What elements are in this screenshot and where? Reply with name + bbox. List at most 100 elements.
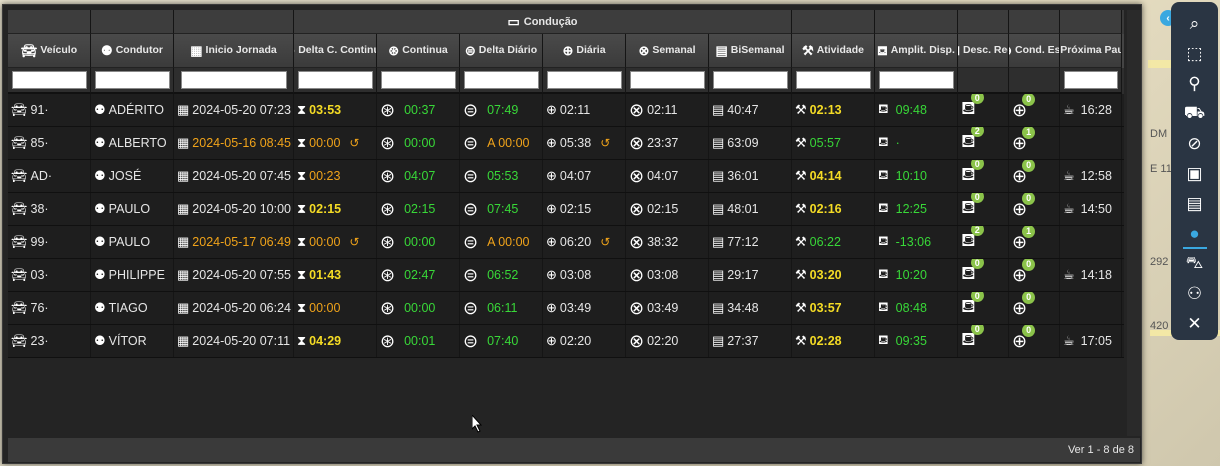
cell-text: 06:52 (487, 268, 519, 282)
map-label: 420 (1150, 320, 1169, 332)
sidebar-item-eye-slash[interactable]: ⊘ (1175, 130, 1215, 158)
filter-input-condutor[interactable] (94, 71, 170, 89)
users-icon: ⚇ (1186, 284, 1203, 303)
column-header-condutor[interactable]: ⚉ Condutor (91, 34, 174, 68)
sidebar-item-map-marker[interactable]: ⚲ (1175, 70, 1215, 98)
cell-semanal: ⊗ 02:15 (626, 193, 709, 225)
steering-hourglass-icon: ⊜ (463, 99, 479, 120)
cell-text: 27:37 (727, 334, 759, 348)
mouse-pointer-icon (472, 415, 482, 433)
cell-text: 38· (30, 202, 49, 216)
table-row[interactable]: 🚘︎ 03· ⚉ PHILIPPE ▦ 2024-05-20 07:55 ⧗ 01:43 ⊛ 02… (8, 259, 1124, 292)
cell-text: Desc. Red. (962, 44, 1008, 56)
cell-text: 0 (970, 259, 984, 269)
user-gear-icon: ⚉ (94, 234, 106, 249)
table-row[interactable]: 🚘︎ 91· ⚉ ADÉRITO ▦ 2024-05-20 07:23 ⧗ 03:53 ⊛ 00:… (8, 94, 1124, 127)
sidebar-item-tools[interactable]: ✕ (1175, 310, 1215, 338)
cell-bisemanal: ▤ 29:17 (709, 259, 792, 291)
cell-condutor: ⚉ JOSÉ (91, 160, 174, 192)
cell-text: 02:11 (559, 103, 591, 117)
column-header-delta_c[interactable]: ⊛Delta C. Continua (294, 34, 377, 68)
sidebar-item-map[interactable]: ▤ (1175, 190, 1215, 218)
user-gear-icon: ⚉ (94, 168, 106, 183)
filter-input-veiculo[interactable] (11, 71, 87, 89)
filter-input-delta_c[interactable] (297, 71, 373, 89)
sidebar-item-user[interactable]: ● (1175, 220, 1215, 249)
column-header-veiculo[interactable]: 🚘︎ Veículo (8, 34, 91, 68)
column-header-row: 🚘︎Veículo⚉Condutor▦Inicio Jornada⊛Delta … (8, 34, 1124, 68)
steering-wheel-icon: ⊕ (546, 135, 557, 150)
group-header-spacer (792, 10, 875, 34)
cell-text: 0 (1022, 94, 1036, 106)
column-header-proxima[interactable]: ☕︎Próxima Pausa (1060, 34, 1122, 68)
column-header-continua[interactable]: ⊛ Continua (377, 34, 460, 68)
column-header-atividade[interactable]: ⚒ Atividade (792, 34, 875, 68)
filter-input-continua[interactable] (380, 71, 456, 89)
group-header-conducao: ▭ Condução (294, 10, 792, 34)
column-header-bisemanal[interactable]: ▤ BiSemanal (709, 34, 792, 68)
column-header-delta_d[interactable]: ⊜ Delta Diário (460, 34, 543, 68)
cell-veiculo: 🚘︎ 23· (8, 325, 91, 357)
table-row[interactable]: 🚘︎ 76· ⚉ TIAGO ▦ 2024-05-20 06:24 ⧗ 00:00 ⊛ 00:00… (8, 292, 1124, 325)
column-header-desc[interactable]: ⛾Desc. Red. (958, 34, 1009, 68)
filter-input-diaria[interactable] (546, 71, 622, 89)
cell-cond: ⊕ 0 (1009, 160, 1060, 192)
car-icon: 🚘︎ (11, 201, 28, 216)
cell-amplit: ⛾ 09:35 (875, 325, 958, 357)
cell-text: 05:38 (559, 136, 592, 150)
column-header-diaria[interactable]: ⊕ Diária (543, 34, 626, 68)
cell-delta_d: ⊜ 06:52 (460, 259, 543, 291)
filter-input-inicio[interactable] (180, 71, 287, 89)
filter-cell-continua (377, 68, 460, 94)
filter-input-atividade[interactable] (795, 71, 871, 89)
filter-input-semanal[interactable] (629, 71, 705, 89)
cell-text: 14:50 (1080, 202, 1112, 216)
cell-desc: ⛾ 0 (958, 193, 1009, 225)
cell-semanal: ⊗ 02:11 (626, 94, 709, 126)
steering-wheel-x-icon: ⊛ (380, 330, 396, 351)
steering-wheel-x-icon: ⊛ (380, 165, 396, 186)
pager-info: Ver 1 - 8 de 8 (1067, 444, 1134, 456)
sidebar-item-cars[interactable]: ⛍ (1175, 250, 1215, 278)
filter-cell-atividade (792, 68, 875, 94)
column-header-amplit[interactable]: ⛾ Amplit. Disp. (875, 34, 958, 68)
table-row[interactable]: 🚘︎ 85· ⚉ ALBERTO ▦ 2024-05-16 08:45 ⧗ 00:00 ↺ ⊛ 00… (8, 127, 1124, 160)
table-row[interactable]: 🚘︎ 38· ⚉ PAULO ▦ 2024-05-20 10:00 ⧗ 02:15 ⊛ 02:15… (8, 193, 1124, 226)
table-row[interactable]: 🚘︎ 99· ⚉ PAULO ▦ 2024-05-17 06:49 ⧗ 00:00 ↺ ⊛ 00:0… (8, 226, 1124, 259)
sidebar-item-images[interactable]: ▣ (1175, 160, 1215, 188)
vertical-scrollbar[interactable] (1127, 10, 1141, 436)
cell-text: 16:28 (1080, 103, 1112, 117)
cell-diaria: ⊕ 06:20 ↺ (543, 226, 626, 258)
filter-input-delta_d[interactable] (463, 71, 539, 89)
cell-text: 00:00 (309, 301, 341, 315)
cell-text: 23:37 (647, 136, 679, 150)
cell-condutor: ⚉ VÍTOR (91, 325, 174, 357)
filter-input-proxima[interactable] (1063, 71, 1118, 89)
table-row[interactable]: 🚘︎ AD· ⚉ JOSÉ ▦ 2024-05-20 07:45 ⧗ 00:23 ⊛ 04:07 ⊜… (8, 160, 1124, 193)
user-gear-icon: ⚉ (94, 300, 106, 315)
cell-bisemanal: ▤ 27:37 (709, 325, 792, 357)
column-header-semanal[interactable]: ⊗ Semanal (626, 34, 709, 68)
sidebar-item-truck[interactable]: ⛟ (1175, 100, 1215, 128)
cell-diaria: ⊕ 02:11 (543, 94, 626, 126)
table-row[interactable]: 🚘︎ 23· ⚉ VÍTOR ▦ 2024-05-20 07:11 ⧗ 04:29 ⊛ 00:01… (8, 325, 1124, 358)
filter-input-bisemanal[interactable] (712, 71, 788, 89)
cell-condutor: ⚉ PAULO (91, 226, 174, 258)
cell-text: 77:12 (727, 235, 759, 249)
filter-input-amplit[interactable] (878, 71, 954, 89)
cell-text: 76· (30, 301, 49, 315)
calendar-icon: ▦ (177, 267, 190, 282)
sidebar-item-users[interactable]: ⚇ (1175, 280, 1215, 308)
group-header-spacer (91, 10, 174, 34)
bed-icon: ⛾ (878, 299, 889, 314)
column-header-cond[interactable]: ⊕Cond. Est. (1009, 34, 1060, 68)
cell-semanal: ⊗ 03:49 (626, 292, 709, 324)
cell-desc: ⛾ 2 (958, 226, 1009, 258)
cell-condutor: ⚉ PHILIPPE (91, 259, 174, 291)
column-header-inicio[interactable]: ▦ Inicio Jornada (174, 34, 294, 68)
sidebar-item-select-area[interactable]: ⬚ (1175, 40, 1215, 68)
sidebar-item-search[interactable]: ⌕ (1175, 10, 1215, 38)
cell-text: ADÉRITO (108, 103, 164, 117)
cell-delta_c: ⧗ 00:00 (294, 292, 377, 324)
cell-text: 12:58 (1080, 169, 1112, 183)
